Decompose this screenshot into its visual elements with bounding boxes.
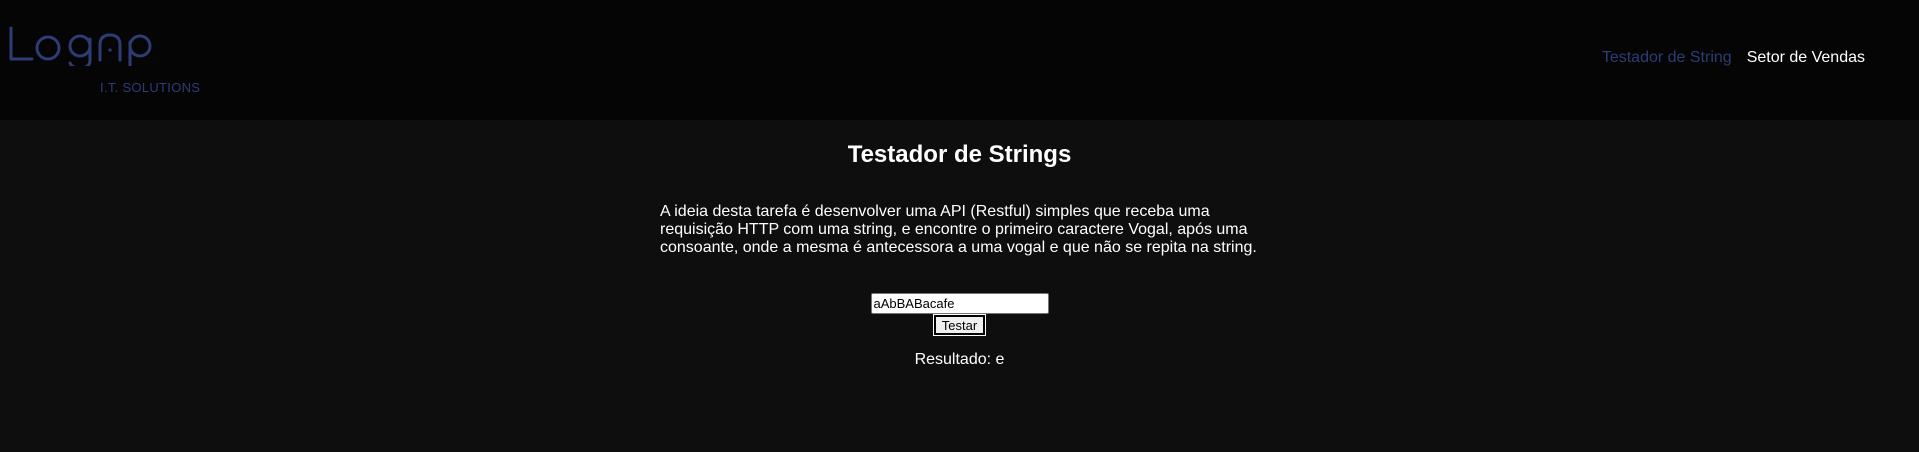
logo-wordmark bbox=[9, 26, 152, 66]
page-title: Testador de Strings bbox=[847, 141, 1072, 168]
nav-link-testador-de-string[interactable]: Testador de String bbox=[1602, 49, 1732, 67]
result-line: Resultado: e bbox=[0, 351, 1919, 369]
header: I.T. SOLUTIONS Testador de String Setor … bbox=[0, 0, 1919, 120]
nav-link-setor-de-vendas[interactable]: Setor de Vendas bbox=[1747, 49, 1865, 67]
string-input[interactable] bbox=[870, 293, 1049, 314]
button-row: Testar bbox=[0, 314, 1919, 336]
input-row bbox=[0, 293, 1919, 314]
main-content: Testador de Strings A ideia desta tarefa… bbox=[0, 120, 1919, 452]
result-value: e bbox=[995, 351, 1005, 368]
logo-subtitle: I.T. SOLUTIONS bbox=[100, 80, 201, 95]
testar-button[interactable]: Testar bbox=[932, 314, 987, 336]
task-description: A ideia desta tarefa é desenvolver uma A… bbox=[660, 203, 1257, 256]
logo[interactable]: I.T. SOLUTIONS bbox=[8, 26, 208, 98]
result-label: Resultado: bbox=[914, 351, 992, 368]
top-nav: Testador de String Setor de Vendas bbox=[1602, 49, 1865, 67]
